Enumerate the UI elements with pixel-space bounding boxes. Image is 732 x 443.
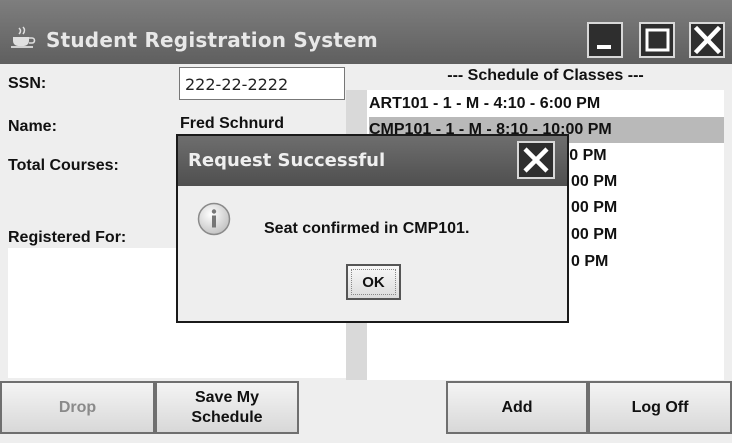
save-schedule-label-line1: Save My — [194, 388, 260, 406]
save-schedule-button[interactable]: Save My Schedule — [155, 381, 299, 434]
schedule-item[interactable]: 00 PM — [571, 169, 724, 195]
save-schedule-label-line2: Schedule — [191, 408, 263, 426]
main-window: Student Registration System SSN: 222-22-… — [0, 0, 732, 443]
name-label: Name: — [8, 118, 57, 135]
schedule-item[interactable]: 00 PM — [571, 222, 724, 248]
ssn-label: SSN: — [8, 75, 47, 92]
maximize-button[interactable] — [639, 22, 675, 58]
ok-button[interactable]: OK — [346, 264, 401, 300]
request-successful-dialog: Request Successful Seat confirmed in CMP… — [176, 134, 569, 323]
close-icon — [523, 147, 549, 173]
name-value: Fred Schnurd — [180, 115, 285, 132]
info-icon — [197, 202, 231, 236]
schedule-item[interactable]: :00 PM — [555, 143, 724, 169]
drop-button[interactable]: Drop — [0, 381, 155, 434]
dialog-message: Seat confirmed in CMP101. — [264, 220, 470, 237]
log-off-button[interactable]: Log Off — [588, 381, 732, 434]
close-button[interactable] — [689, 22, 725, 58]
close-icon — [693, 25, 722, 55]
schedule-item[interactable]: ART101 - 1 - M - 4:10 - 6:00 PM — [369, 91, 724, 117]
minimize-button[interactable] — [587, 22, 623, 58]
minimize-icon — [597, 45, 611, 49]
registered-for-label: Registered For: — [8, 229, 127, 246]
add-button[interactable]: Add — [446, 381, 588, 434]
window-title: Student Registration System — [46, 28, 378, 52]
dialog-title: Request Successful — [188, 150, 386, 171]
ssn-field[interactable]: 222-22-2222 — [179, 67, 345, 100]
total-courses-label: Total Courses: — [8, 157, 119, 174]
maximize-icon — [645, 28, 670, 52]
dialog-close-button[interactable] — [517, 141, 555, 179]
dialog-title-bar[interactable]: Request Successful — [178, 136, 567, 186]
java-cup-icon — [11, 26, 36, 48]
schedule-header: --- Schedule of Classes --- — [447, 67, 644, 84]
schedule-item[interactable]: 0 PM — [571, 249, 724, 275]
title-bar[interactable]: Student Registration System — [0, 0, 732, 64]
schedule-item[interactable]: 00 PM — [571, 195, 724, 221]
